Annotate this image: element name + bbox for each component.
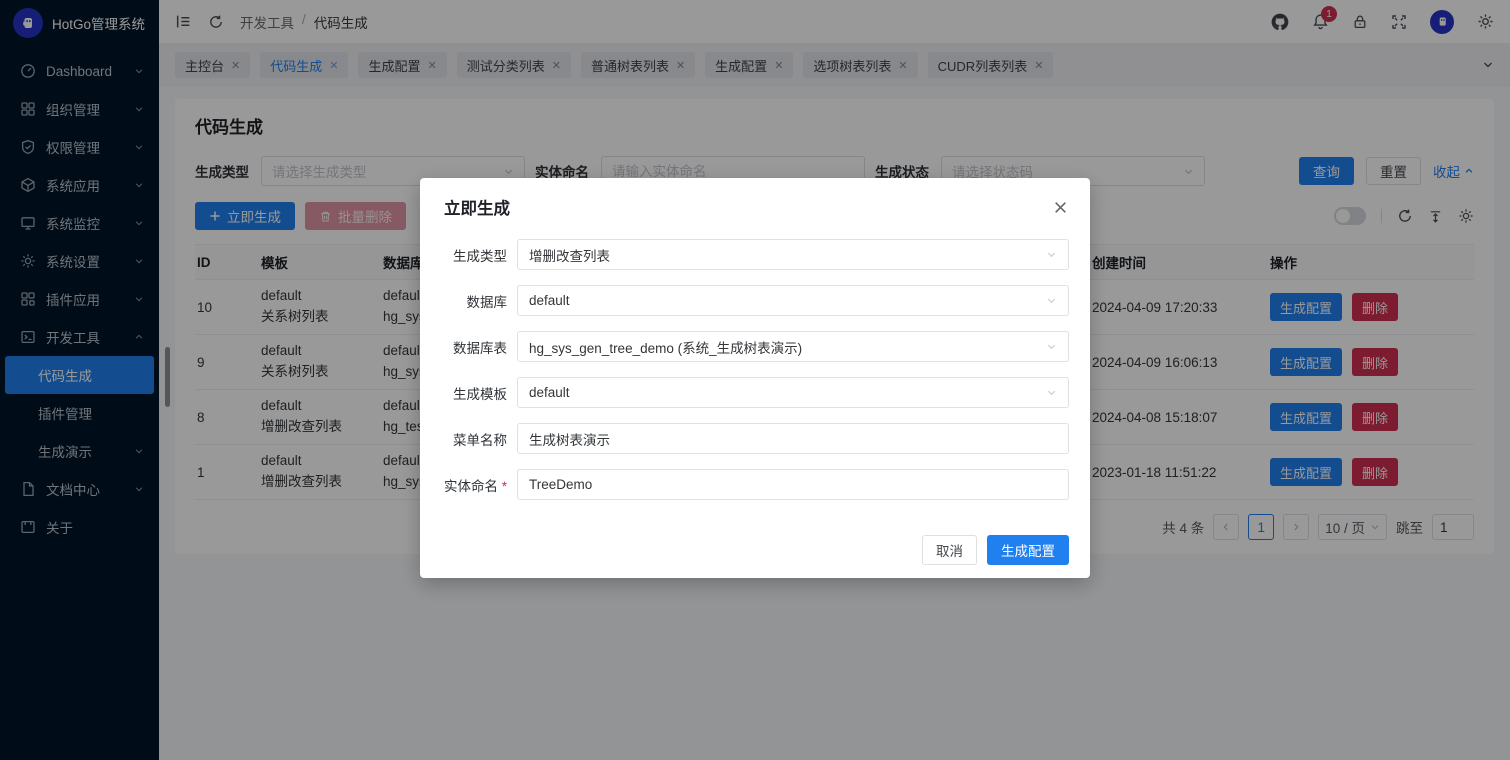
form-row-entity-name: 实体命名	[443, 469, 1069, 500]
form-row-database: 数据库 default	[443, 285, 1069, 316]
form-row-gen-template: 生成模板 default	[443, 377, 1069, 408]
modal-entity-name-input[interactable]	[529, 477, 1057, 492]
modal-menu-name-input[interactable]	[529, 431, 1057, 446]
modal-database-select[interactable]: default	[517, 285, 1069, 316]
generate-now-modal: 立即生成 生成类型 增删改查列表 数据库 default 数据库表 hg_sys…	[420, 178, 1090, 578]
modal-form: 生成类型 增删改查列表 数据库 default 数据库表 hg_sys_gen_…	[420, 229, 1090, 500]
chevron-down-icon	[1046, 295, 1057, 306]
modal-close-icon[interactable]	[1053, 200, 1068, 215]
modal-gen-template-select[interactable]: default	[517, 377, 1069, 408]
confirm-gen-config-button[interactable]: 生成配置	[987, 535, 1069, 565]
cancel-button[interactable]: 取消	[922, 535, 977, 565]
form-row-gen-type: 生成类型 增删改查列表	[443, 239, 1069, 270]
modal-entity-name-input-wrap	[517, 469, 1069, 500]
chevron-down-icon	[1046, 387, 1057, 398]
form-row-menu-name: 菜单名称	[443, 423, 1069, 454]
chevron-down-icon	[1046, 341, 1057, 352]
modal-menu-name-input-wrap	[517, 423, 1069, 454]
form-row-db-table: 数据库表 hg_sys_gen_tree_demo (系统_生成树表演示)	[443, 331, 1069, 362]
modal-header: 立即生成	[420, 178, 1090, 229]
modal-gen-type-select[interactable]: 增删改查列表	[517, 239, 1069, 270]
modal-db-table-select[interactable]: hg_sys_gen_tree_demo (系统_生成树表演示)	[517, 331, 1069, 362]
modal-footer: 取消 生成配置	[420, 535, 1090, 578]
chevron-down-icon	[1046, 249, 1057, 260]
modal-title: 立即生成	[444, 195, 510, 219]
